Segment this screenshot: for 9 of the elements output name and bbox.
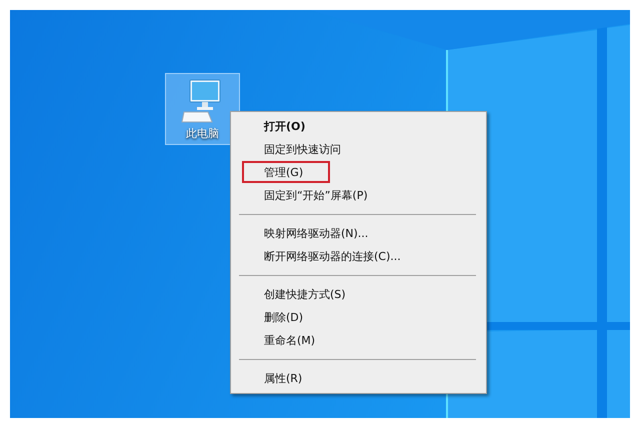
menu-item[interactable]: 属性(R) (231, 367, 486, 390)
menu-item[interactable]: 删除(D) (231, 306, 486, 329)
menu-item[interactable]: 创建快捷方式(S) (231, 283, 486, 306)
menu-item[interactable]: 断开网络驱动器的连接(C)... (231, 245, 486, 268)
menu-item[interactable]: 重命名(M) (231, 329, 486, 352)
icon-label: 此电脑 (186, 126, 219, 141)
menu-item[interactable]: 映射网络驱动器(N)... (231, 222, 486, 245)
menu-item[interactable]: 固定到“开始”屏幕(P) (231, 184, 486, 207)
menu-item[interactable]: 管理(G) (231, 161, 486, 184)
